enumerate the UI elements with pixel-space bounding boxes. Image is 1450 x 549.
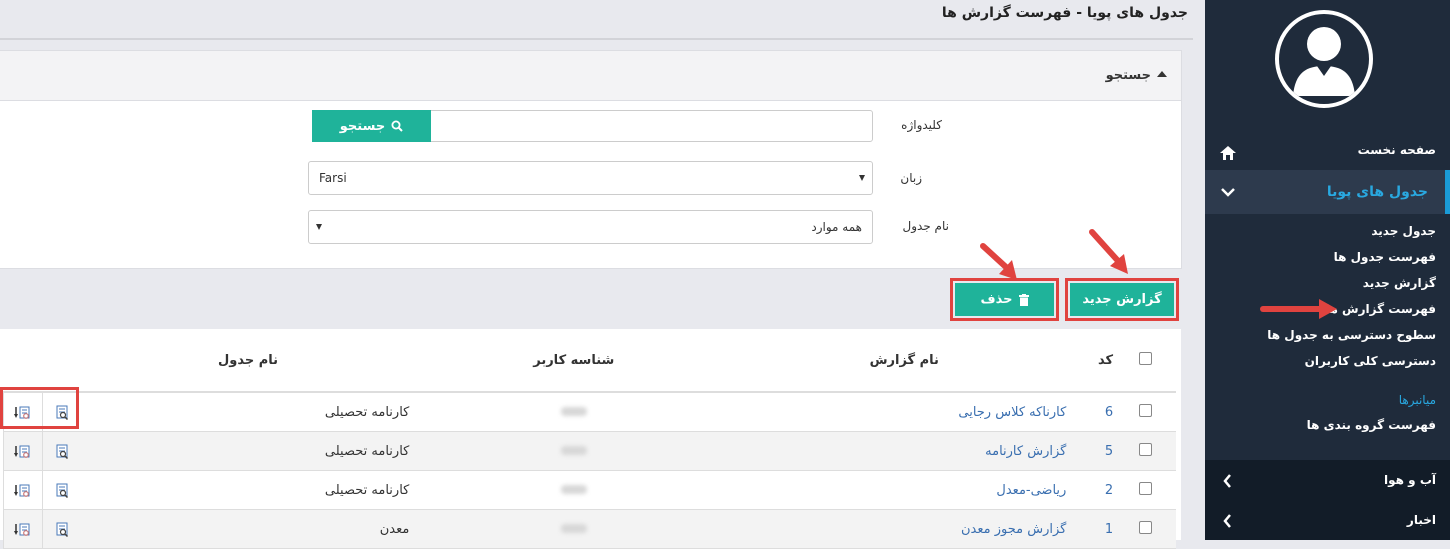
table-row: 5 گزارش کارنامه کارنامه تحصیلی <box>3 431 1176 471</box>
chevron-down-icon <box>1221 188 1235 197</box>
header-code[interactable]: کد <box>1076 329 1115 393</box>
reports-table-panel: کد نام گزارش شناسه کاربر نام جدول 6 کارن… <box>0 329 1181 549</box>
row-code: 2 <box>1076 470 1115 510</box>
select-all-cell <box>1114 329 1176 393</box>
header-table-name[interactable]: نام جدول <box>80 329 416 393</box>
row-code: 1 <box>1076 509 1115 549</box>
report-name-link[interactable]: گزارش کارنامه <box>732 431 1077 471</box>
row-table-name: کارنامه تحصیلی <box>80 470 416 510</box>
annotation-arrow-icon <box>1260 299 1337 319</box>
view-report-icon[interactable] <box>54 443 70 459</box>
annotation-arrow-icon <box>980 243 1017 280</box>
report-name-link[interactable]: کارناکه کلاس رجایی <box>732 392 1077 432</box>
keyword-label: کلیدواژه <box>901 118 942 132</box>
redacted-user-id <box>560 406 587 416</box>
table-name-label: نام جدول <box>902 219 949 233</box>
select-all-checkbox[interactable] <box>1138 351 1152 365</box>
view-report-icon[interactable] <box>54 482 70 498</box>
header-user-id[interactable]: شناسه کاربر <box>415 329 733 393</box>
user-avatar[interactable] <box>1275 10 1373 108</box>
sidebar-group-weather[interactable]: آب و هوا <box>1205 460 1450 500</box>
language-select-value: Farsi <box>319 171 347 185</box>
sidebar-group-news[interactable]: اخبار <box>1205 500 1450 540</box>
title-divider <box>0 38 1193 40</box>
export-report-icon[interactable] <box>13 521 32 537</box>
delete-button[interactable]: حذف <box>950 278 1059 321</box>
search-panel-header[interactable]: جستجو <box>0 51 1181 101</box>
reports-table: کد نام گزارش شناسه کاربر نام جدول 6 کارن… <box>3 329 1176 549</box>
report-name-link[interactable]: گزارش مجوز معدن <box>732 509 1077 549</box>
row-checkbox[interactable] <box>1138 403 1152 417</box>
annotation-arrow-icon <box>1089 229 1128 274</box>
redacted-user-id <box>560 445 587 455</box>
chevron-left-icon <box>1223 474 1231 488</box>
header-report-name[interactable]: نام گزارش <box>732 329 1077 393</box>
sidebar-subitem-table-access-levels[interactable]: سطوح دسترسی به جدول ها <box>1267 328 1436 342</box>
sidebar-item-home[interactable]: صفحه نخست <box>1205 132 1450 170</box>
sidebar-active-label: جدول های پویا <box>1326 184 1428 200</box>
table-row: 2 ریاضی-معدل کارنامه تحصیلی <box>3 470 1176 510</box>
main-content: جدول های پویا - فهرست گزارش ها جستجو کلی… <box>0 0 1205 549</box>
collapse-caret-icon <box>1157 70 1167 77</box>
row-code: 5 <box>1076 431 1115 471</box>
sidebar: صفحه نخست جدول های پویا جدول جدید فهرست … <box>1205 0 1450 540</box>
redacted-user-id <box>560 523 587 533</box>
table-name-select[interactable]: همه موارد <box>308 210 873 244</box>
sidebar-group-label: اخبار <box>1406 513 1436 527</box>
dropdown-arrow-icon <box>316 224 322 230</box>
active-indicator <box>1445 170 1450 214</box>
export-report-icon[interactable] <box>13 443 32 459</box>
row-checkbox[interactable] <box>1138 442 1152 456</box>
language-label: زبان <box>900 171 922 185</box>
sidebar-subitem-new-table[interactable]: جدول جدید <box>1371 224 1436 238</box>
home-icon <box>1220 146 1236 160</box>
row-table-name: معدن <box>80 509 416 549</box>
table-row: 6 کارناکه کلاس رجایی کارنامه تحصیلی <box>3 392 1176 432</box>
redacted-user-id <box>560 484 587 494</box>
row-table-name: کارنامه تحصیلی <box>80 392 416 432</box>
user-avatar-icon <box>1293 27 1355 96</box>
sidebar-shortcut-groupings[interactable]: فهرست گروه بندی ها <box>1307 418 1436 432</box>
search-button[interactable]: جستجو <box>312 110 431 142</box>
sidebar-shortcuts-title: میانبرها <box>1398 393 1436 407</box>
sidebar-subitem-new-report[interactable]: گزارش جدید <box>1363 276 1436 290</box>
row-code: 6 <box>1076 392 1115 432</box>
sidebar-group-label: آب و هوا <box>1384 473 1436 487</box>
page-title: جدول های پویا - فهرست گزارش ها <box>941 5 1188 21</box>
search-header-label: جستجو <box>1106 68 1167 83</box>
sidebar-subitem-table-list[interactable]: فهرست جدول ها <box>1334 250 1436 264</box>
table-row: 1 گزارش مجوز معدن معدن <box>3 509 1176 549</box>
table-name-select-value: همه موارد <box>811 220 862 234</box>
trash-icon <box>1018 293 1029 306</box>
chevron-left-icon <box>1223 514 1231 528</box>
search-icon <box>391 120 403 132</box>
row-checkbox[interactable] <box>1138 481 1152 495</box>
view-report-icon[interactable] <box>54 521 70 537</box>
export-report-icon[interactable] <box>13 482 32 498</box>
new-report-button[interactable]: گزارش جدید <box>1065 278 1179 321</box>
sidebar-item-dynamic-tables[interactable]: جدول های پویا <box>1205 170 1450 214</box>
report-name-link[interactable]: ریاضی-معدل <box>732 470 1077 510</box>
sidebar-home-label: صفحه نخست <box>1357 143 1436 157</box>
sidebar-subitem-report-list[interactable]: فهرست گزارش ها <box>1325 302 1436 316</box>
sidebar-subitem-user-access[interactable]: دسترسی کلی کاربران <box>1305 354 1436 368</box>
language-select[interactable]: Farsi <box>308 161 873 195</box>
dropdown-arrow-icon <box>859 175 865 181</box>
icon-highlight-box <box>0 387 79 429</box>
row-checkbox[interactable] <box>1138 520 1152 534</box>
row-table-name: کارنامه تحصیلی <box>80 431 416 471</box>
